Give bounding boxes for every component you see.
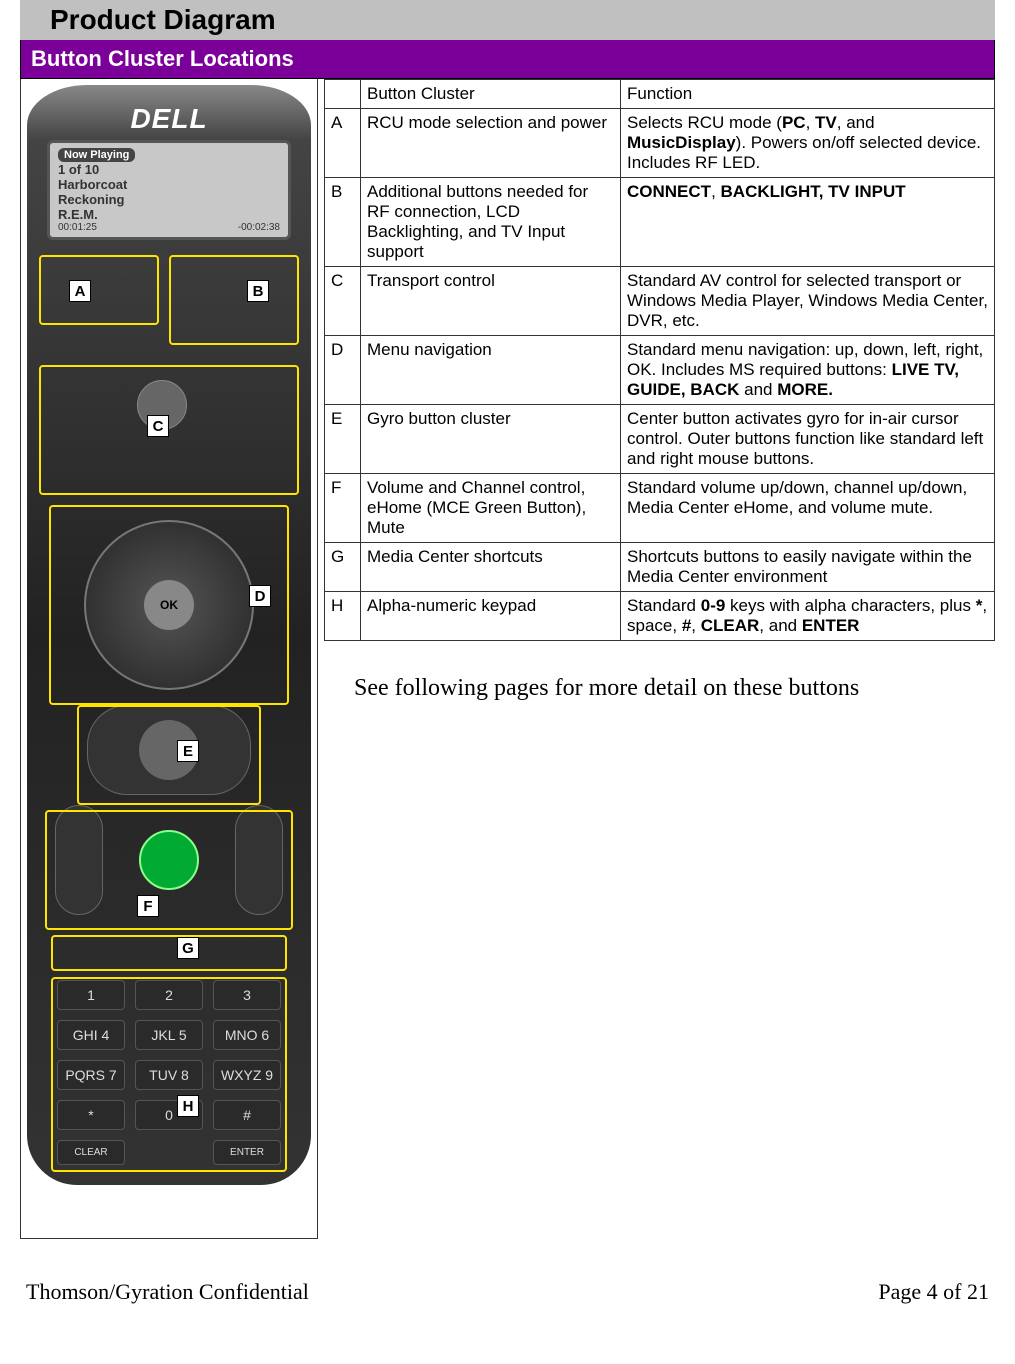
row-cluster: Media Center shortcuts — [361, 543, 621, 592]
row-function: Shortcuts buttons to easily navigate wit… — [621, 543, 995, 592]
lcd-line4: R.E.M. — [58, 207, 280, 222]
remote-brand: DELL — [27, 103, 311, 135]
cluster-box-f — [45, 810, 293, 930]
table-row: B Additional buttons needed for RF conne… — [325, 178, 995, 267]
cluster-table: Button Cluster Function A RCU mode selec… — [324, 79, 995, 641]
section-title: Button Cluster Locations — [20, 40, 995, 79]
row-id: D — [325, 336, 361, 405]
lcd-header: Now Playing — [58, 148, 135, 162]
content-row: DELL Now Playing 1 of 10 Harborcoat Reck… — [20, 79, 995, 1239]
row-id: F — [325, 474, 361, 543]
cluster-label-b: B — [247, 280, 269, 302]
row-id: G — [325, 543, 361, 592]
row-function: Center button activates gyro for in-air … — [621, 405, 995, 474]
row-cluster: Volume and Channel control, eHome (MCE G… — [361, 474, 621, 543]
row-cluster: RCU mode selection and power — [361, 109, 621, 178]
row-cluster: Menu navigation — [361, 336, 621, 405]
remote-image: DELL Now Playing 1 of 10 Harborcoat Reck… — [27, 85, 311, 1185]
row-id: C — [325, 267, 361, 336]
cluster-label-h: H — [177, 1095, 199, 1117]
cluster-box-h — [51, 977, 287, 1172]
row-function: Standard AV control for selected transpo… — [621, 267, 995, 336]
cluster-box-g — [51, 935, 287, 971]
table-row: C Transport control Standard AV control … — [325, 267, 995, 336]
row-id: A — [325, 109, 361, 178]
row-function: Selects RCU mode (PC, TV, and MusicDispl… — [621, 109, 995, 178]
row-id: E — [325, 405, 361, 474]
table-row: G Media Center shortcuts Shortcuts butto… — [325, 543, 995, 592]
lcd-line1: 1 of 10 — [58, 162, 280, 177]
lcd-line3: Reckoning — [58, 192, 280, 207]
cluster-box-a — [39, 255, 159, 325]
footer-right: Page 4 of 21 — [878, 1279, 989, 1305]
row-id: H — [325, 592, 361, 641]
row-cluster: Additional buttons needed for RF connect… — [361, 178, 621, 267]
table-column: Button Cluster Function A RCU mode selec… — [318, 79, 995, 702]
table-header-row: Button Cluster Function — [325, 80, 995, 109]
th-function: Function — [621, 80, 995, 109]
table-row: D Menu navigation Standard menu navigati… — [325, 336, 995, 405]
row-function: CONNECT, BACKLIGHT, TV INPUT — [621, 178, 995, 267]
page-title: Product Diagram — [20, 0, 995, 40]
cluster-label-e: E — [177, 740, 199, 762]
row-id: B — [325, 178, 361, 267]
lcd-time-left: 00:01:25 — [58, 222, 97, 233]
footer-left: Thomson/Gyration Confidential — [26, 1279, 309, 1305]
table-row: E Gyro button cluster Center button acti… — [325, 405, 995, 474]
cluster-box-b — [169, 255, 299, 345]
row-cluster: Transport control — [361, 267, 621, 336]
follow-note: See following pages for more detail on t… — [354, 675, 995, 702]
row-function: Standard menu navigation: up, down, left… — [621, 336, 995, 405]
row-cluster: Alpha-numeric keypad — [361, 592, 621, 641]
row-function: Standard 0-9 keys with alpha characters,… — [621, 592, 995, 641]
page-footer: Thomson/Gyration Confidential Page 4 of … — [20, 1279, 995, 1305]
cluster-label-c: C — [147, 415, 169, 437]
th-id — [325, 80, 361, 109]
row-function: Standard volume up/down, channel up/down… — [621, 474, 995, 543]
th-cluster: Button Cluster — [361, 80, 621, 109]
cluster-box-e — [77, 705, 261, 805]
table-row: H Alpha-numeric keypad Standard 0-9 keys… — [325, 592, 995, 641]
lcd-line2: Harborcoat — [58, 177, 280, 192]
cluster-label-g: G — [177, 937, 199, 959]
table-row: A RCU mode selection and power Selects R… — [325, 109, 995, 178]
remote-lcd: Now Playing 1 of 10 Harborcoat Reckoning… — [47, 140, 291, 240]
cluster-label-d: D — [249, 585, 271, 607]
row-cluster: Gyro button cluster — [361, 405, 621, 474]
cluster-box-c — [39, 365, 299, 495]
cluster-label-f: F — [137, 895, 159, 917]
remote-diagram-column: DELL Now Playing 1 of 10 Harborcoat Reck… — [20, 79, 318, 1239]
cluster-label-a: A — [69, 280, 91, 302]
table-row: F Volume and Channel control, eHome (MCE… — [325, 474, 995, 543]
lcd-time-right: -00:02:38 — [238, 222, 280, 233]
